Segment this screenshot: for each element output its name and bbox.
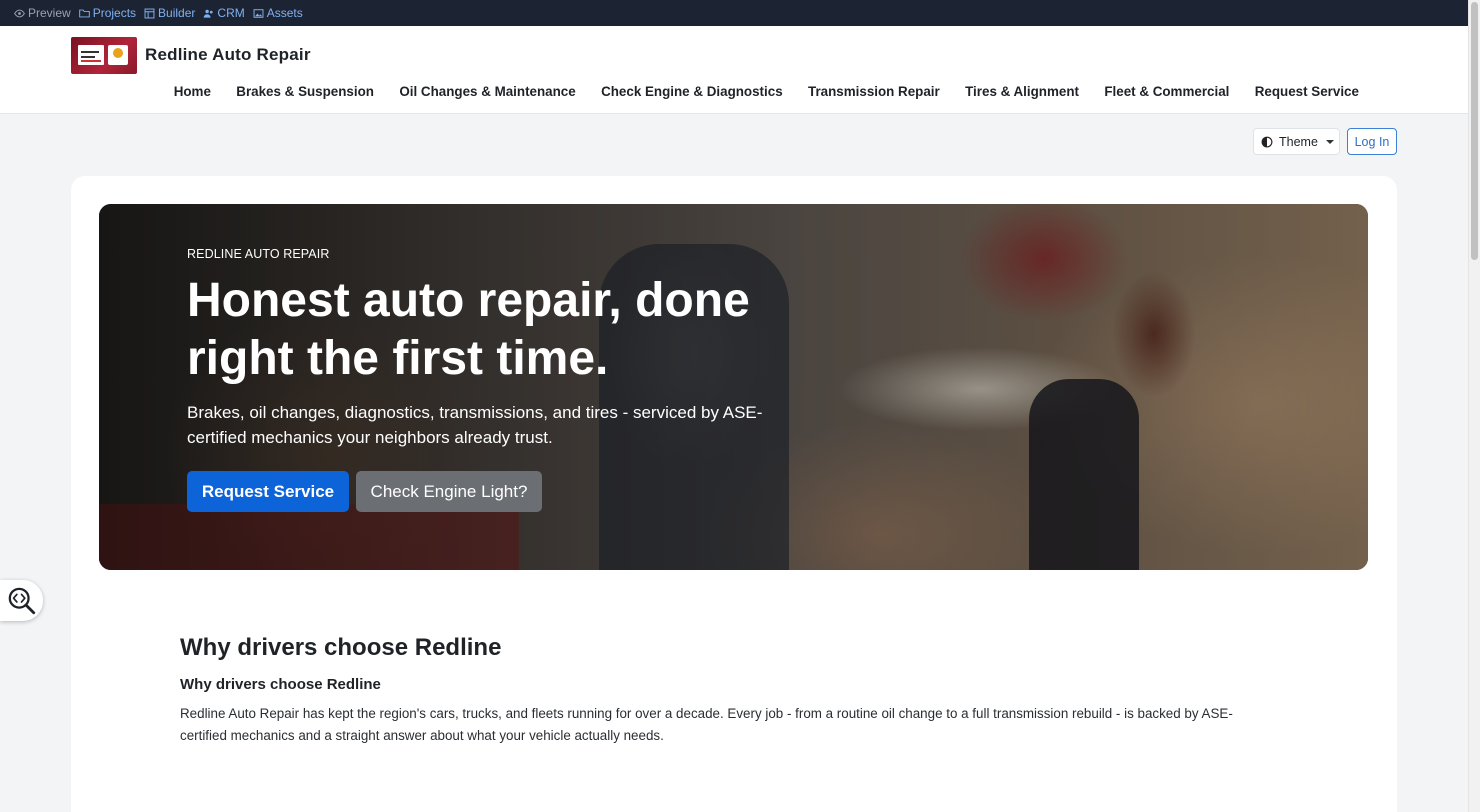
check-engine-button[interactable]: Check Engine Light? xyxy=(356,471,542,512)
theme-label: Theme xyxy=(1279,134,1318,149)
code-inspector-widget[interactable] xyxy=(0,580,43,621)
login-button[interactable]: Log In xyxy=(1347,128,1397,155)
brand-name[interactable]: Redline Auto Repair xyxy=(145,45,311,65)
nav-home[interactable]: Home xyxy=(161,84,224,99)
projects-link[interactable]: Projects xyxy=(78,6,137,20)
nav-request-service[interactable]: Request Service xyxy=(1242,84,1372,99)
brand-logo[interactable] xyxy=(71,37,137,74)
assets-link[interactable]: Assets xyxy=(253,6,303,20)
builder-label: Builder xyxy=(158,6,196,20)
logo-card-graphic xyxy=(78,45,104,65)
projects-label: Projects xyxy=(92,6,137,20)
hero-lead: Brakes, oil changes, diagnostics, transm… xyxy=(187,403,763,447)
nav-brakes-suspension[interactable]: Brakes & Suspension xyxy=(224,84,387,99)
scrollbar-thumb[interactable] xyxy=(1471,2,1478,260)
section-title: Why drivers choose Redline xyxy=(180,634,502,661)
theme-dropdown[interactable]: Theme xyxy=(1253,128,1340,155)
nav-transmission[interactable]: Transmission Repair xyxy=(795,84,952,99)
nav-tires[interactable]: Tires & Alignment xyxy=(952,84,1091,99)
crm-link[interactable]: CRM xyxy=(203,6,245,20)
preview-link[interactable]: Preview xyxy=(14,6,71,20)
request-service-button[interactable]: Request Service xyxy=(187,471,349,512)
page-scrollbar[interactable] xyxy=(1468,0,1480,812)
image-icon xyxy=(253,8,264,18)
eye-icon xyxy=(14,9,25,17)
section-subtitle: Why drivers choose Redline xyxy=(180,676,381,693)
nav-fleet[interactable]: Fleet & Commercial xyxy=(1092,84,1242,99)
folder-icon xyxy=(78,9,90,17)
hero-title: Honest auto repair, done right the first… xyxy=(187,274,750,385)
layout-icon xyxy=(144,8,155,18)
assets-label: Assets xyxy=(266,6,303,20)
nav-check-engine[interactable]: Check Engine & Diagnostics xyxy=(588,84,795,99)
hero-banner: REDLINE AUTO REPAIR Honest auto repair, … xyxy=(99,204,1368,570)
preview-label: Preview xyxy=(28,6,71,20)
site-header: Redline Auto Repair Home Brakes & Suspen… xyxy=(0,26,1468,114)
section-body: Redline Auto Repair has kept the region'… xyxy=(180,706,1233,743)
main-nav: Home Brakes & Suspension Oil Changes & M… xyxy=(161,84,1372,99)
crm-label: CRM xyxy=(217,6,245,20)
builder-link[interactable]: Builder xyxy=(144,6,195,20)
logo-badge-graphic xyxy=(108,45,128,65)
caret-down-icon xyxy=(1325,139,1334,144)
code-search-icon xyxy=(8,587,35,614)
contrast-icon xyxy=(1261,136,1273,147)
hero-eyebrow: REDLINE AUTO REPAIR xyxy=(187,247,330,261)
admin-toolbar: Preview Projects Builder CRM Assets xyxy=(0,0,1468,26)
users-icon xyxy=(204,9,214,18)
nav-oil-changes[interactable]: Oil Changes & Maintenance xyxy=(387,84,589,99)
